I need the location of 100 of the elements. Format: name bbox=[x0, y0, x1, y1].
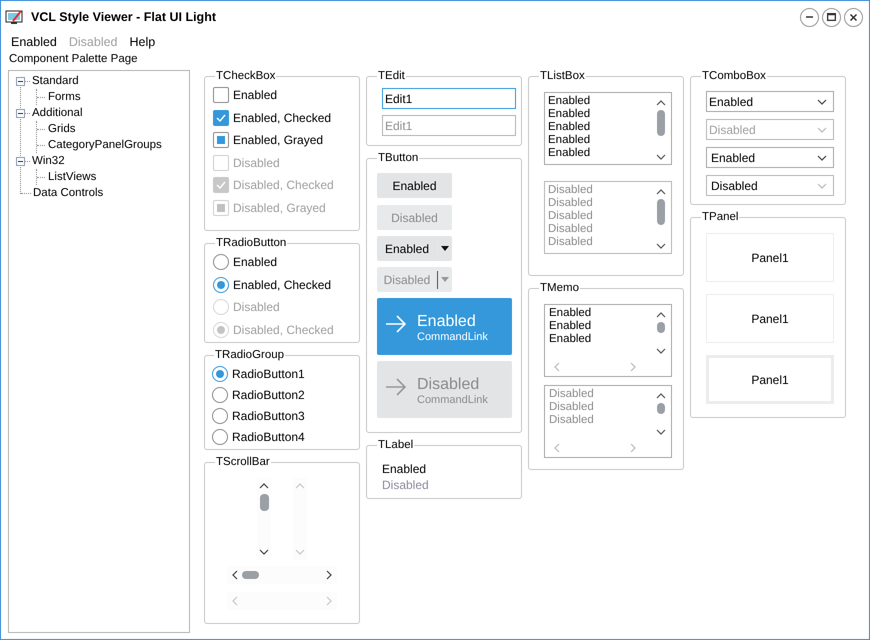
group-title: TListBox bbox=[539, 70, 586, 82]
radio-label: Disabled bbox=[233, 300, 280, 314]
arrow-icon bbox=[385, 378, 407, 396]
caret-icon bbox=[441, 277, 449, 282]
up-chevron-icon bbox=[656, 311, 666, 319]
radio-label: RadioButton3 bbox=[232, 408, 305, 422]
radio-button[interactable] bbox=[212, 428, 228, 444]
tree-item[interactable]: Win32 bbox=[32, 155, 65, 167]
tree-item[interactable]: Additional bbox=[32, 107, 83, 119]
label-text: Disabled bbox=[381, 477, 430, 493]
group-title: TComboBox bbox=[701, 70, 767, 82]
checkbox-label: Disabled, Checked bbox=[233, 178, 334, 192]
right-chevron-icon bbox=[629, 443, 637, 453]
tree-item[interactable]: CategoryPanelGroups bbox=[48, 139, 162, 151]
memo-line: Enabled bbox=[549, 320, 592, 333]
scroll-thumb[interactable] bbox=[657, 322, 665, 333]
window-title: VCL Style Viewer - Flat UI Light bbox=[31, 10, 216, 24]
split-button[interactable]: Enabled bbox=[377, 236, 452, 261]
list-box[interactable]: Enabled Enabled Enabled Enabled Enabled bbox=[544, 92, 672, 165]
tree-item[interactable]: Grids bbox=[48, 123, 76, 135]
menu-item[interactable]: Help bbox=[124, 35, 162, 49]
memo-line: Disabled bbox=[549, 414, 595, 427]
close-icon bbox=[850, 14, 857, 20]
scroll-thumb[interactable] bbox=[657, 110, 665, 136]
chevron-down-icon bbox=[817, 98, 827, 104]
group-title: TCheckBox bbox=[215, 70, 276, 82]
memo-line: Disabled bbox=[549, 388, 595, 401]
tree-item[interactable]: ListViews bbox=[48, 171, 96, 183]
collapse-icon[interactable] bbox=[16, 156, 25, 166]
scroll-thumb[interactable] bbox=[260, 494, 268, 511]
left-chevron-icon bbox=[553, 443, 561, 453]
radio-label: Enabled bbox=[233, 255, 278, 270]
chevron-down-icon bbox=[817, 182, 827, 188]
tree-item[interactable]: Forms bbox=[48, 91, 81, 103]
list-item[interactable]: Enabled bbox=[548, 108, 655, 121]
radio-button[interactable] bbox=[213, 254, 229, 270]
down-chevron-icon bbox=[295, 548, 305, 556]
check-icon bbox=[216, 114, 226, 122]
checkbox[interactable] bbox=[213, 132, 229, 148]
memo-line: Enabled bbox=[549, 333, 592, 346]
combo-box[interactable]: Enabled bbox=[706, 91, 834, 112]
up-chevron-icon bbox=[656, 188, 666, 196]
menu-item[interactable]: Enabled bbox=[5, 35, 63, 49]
down-chevron-icon bbox=[259, 548, 269, 556]
panel: Panel1 bbox=[706, 233, 834, 282]
chevron-down-icon bbox=[817, 126, 827, 132]
radio-button[interactable] bbox=[212, 408, 228, 424]
memo-line: Enabled bbox=[549, 307, 592, 320]
arrow-icon bbox=[385, 315, 407, 333]
down-chevron-icon bbox=[656, 428, 666, 436]
right-chevron-icon bbox=[629, 362, 637, 372]
radio-label: Enabled, Checked bbox=[233, 278, 332, 292]
tree-item[interactable]: Data Controls bbox=[33, 187, 104, 199]
left-chevron-icon bbox=[231, 596, 239, 606]
left-chevron-icon bbox=[231, 570, 239, 580]
up-chevron-icon bbox=[259, 482, 269, 490]
memo-field[interactable]: Enabled Enabled Enabled bbox=[544, 304, 672, 377]
checkbox-label: Enabled bbox=[233, 88, 278, 102]
checkbox-label: Disabled, Grayed bbox=[233, 200, 326, 215]
radio-label: RadioButton1 bbox=[232, 366, 305, 380]
radio-button[interactable] bbox=[212, 386, 228, 402]
group-title: TEdit bbox=[377, 70, 406, 82]
scroll-thumb[interactable] bbox=[242, 571, 259, 579]
combo-box[interactable]: Enabled bbox=[706, 147, 834, 168]
group-title: TLabel bbox=[377, 439, 414, 451]
group-title: TButton bbox=[377, 152, 420, 164]
list-item[interactable]: Enabled bbox=[548, 121, 655, 134]
tree-item[interactable]: Standard bbox=[32, 75, 79, 87]
radio-button[interactable] bbox=[213, 276, 229, 293]
panel: Panel1 bbox=[706, 355, 834, 404]
radio-label: Disabled, Checked bbox=[233, 322, 334, 337]
down-chevron-icon bbox=[656, 153, 666, 161]
label-text: Enabled bbox=[381, 461, 428, 477]
collapse-icon[interactable] bbox=[16, 108, 25, 118]
down-chevron-icon bbox=[656, 242, 666, 250]
radio-label: RadioButton4 bbox=[232, 430, 305, 444]
maximize-icon bbox=[827, 13, 836, 21]
collapse-icon[interactable] bbox=[16, 76, 25, 86]
left-chevron-icon bbox=[553, 362, 561, 372]
radio-label: RadioButton2 bbox=[232, 388, 305, 402]
text-field[interactable]: Edit1 bbox=[382, 88, 516, 109]
checkbox-label: Enabled, Checked bbox=[233, 110, 332, 125]
checkbox-label: Disabled bbox=[233, 156, 280, 170]
close-button[interactable] bbox=[844, 8, 863, 26]
list-item[interactable]: Enabled bbox=[548, 95, 655, 108]
checkbox[interactable] bbox=[213, 110, 229, 126]
checkbox[interactable] bbox=[213, 87, 229, 104]
group-title: TPanel bbox=[701, 211, 740, 223]
radio-button[interactable] bbox=[212, 366, 228, 382]
push-button[interactable]: Enabled bbox=[377, 173, 452, 198]
list-item[interactable]: Enabled bbox=[548, 147, 655, 160]
memo-line: Disabled bbox=[549, 401, 595, 414]
check-icon bbox=[216, 181, 226, 190]
list-item[interactable]: Enabled bbox=[548, 134, 655, 147]
palette-label: Component Palette Page bbox=[8, 52, 139, 67]
up-chevron-icon bbox=[656, 392, 666, 400]
group-title: TMemo bbox=[539, 282, 580, 294]
app-icon bbox=[5, 9, 25, 25]
minimize-icon bbox=[806, 16, 813, 18]
maximize-button[interactable] bbox=[822, 8, 841, 26]
